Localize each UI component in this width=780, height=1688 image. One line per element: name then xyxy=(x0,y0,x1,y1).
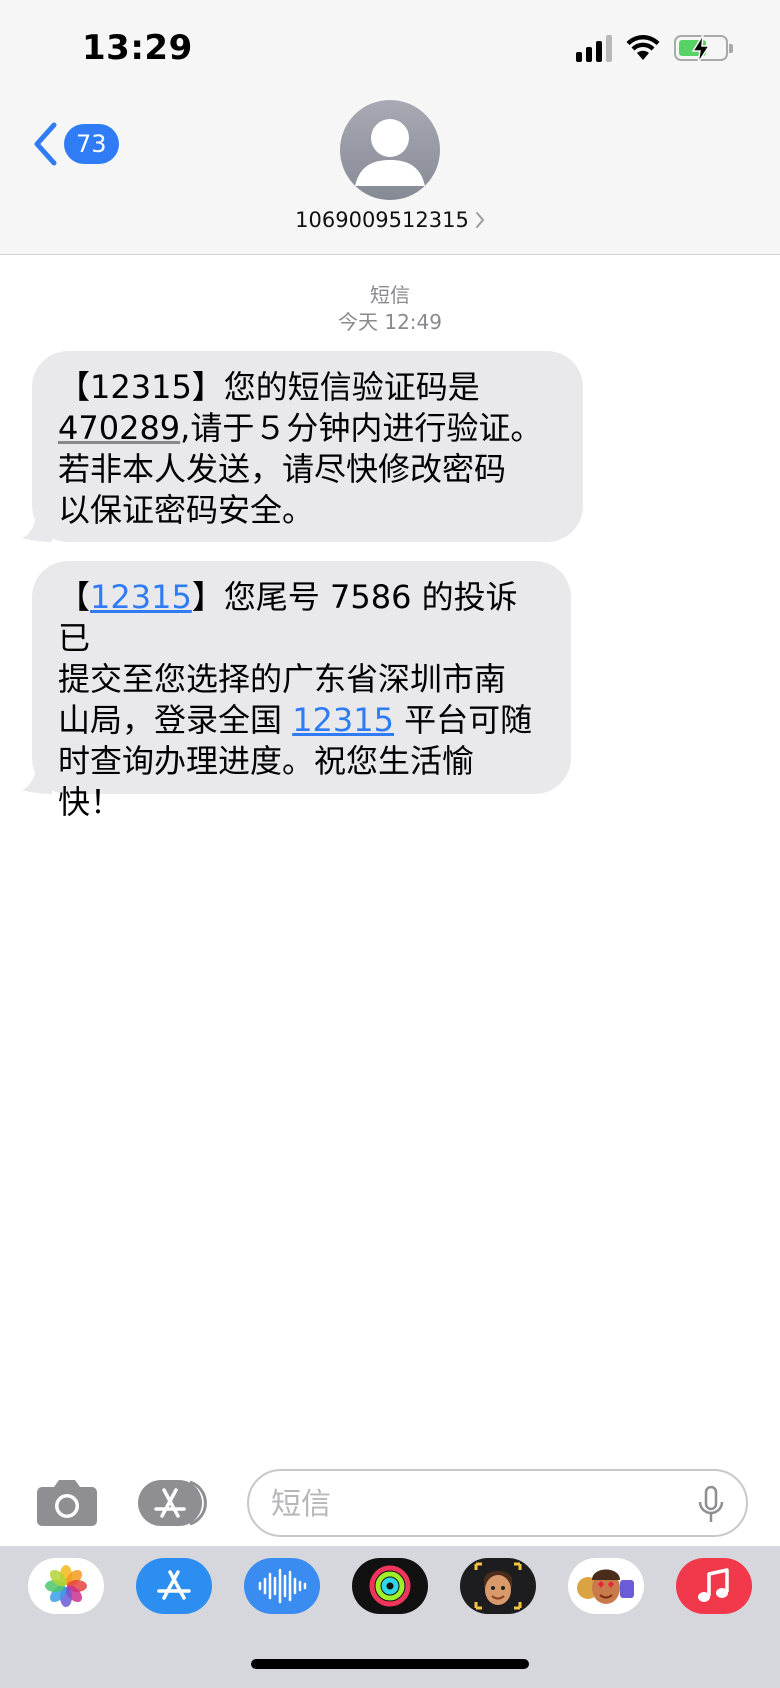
battery-icon xyxy=(674,34,733,64)
message-line: 以保证密码安全。 xyxy=(58,491,315,529)
message-input-field[interactable] xyxy=(247,1469,748,1537)
app-store-app-icon[interactable] xyxy=(136,1558,212,1614)
camera-button[interactable] xyxy=(36,1477,98,1531)
audio-waveform-icon xyxy=(258,1568,307,1604)
message-bubble[interactable]: 【12315】您的短信验证码是 470289,请于５分钟内进行验证。 若非本人发… xyxy=(32,351,583,542)
sticker-faces-icon xyxy=(577,1569,634,1604)
photos-app-icon[interactable] xyxy=(28,1558,104,1614)
message-line: 快！ xyxy=(58,783,123,821)
phone-number-link[interactable]: 12315 xyxy=(90,578,192,616)
message-line: 470289,请于５分钟内进行验证。 xyxy=(58,409,543,447)
message-timestamp: 今天 12:49 xyxy=(338,310,442,334)
contact-avatar[interactable] xyxy=(340,100,440,200)
activity-app-icon[interactable] xyxy=(352,1558,428,1614)
contact-number: 1069009512315 xyxy=(295,208,469,232)
phone-number-link[interactable]: 12315 xyxy=(292,701,394,739)
app-store-icon xyxy=(138,1480,207,1526)
app-store-a-icon xyxy=(157,1570,191,1600)
person-silhouette-icon xyxy=(355,119,425,186)
home-indicator[interactable] xyxy=(251,1659,529,1669)
chevron-left-icon xyxy=(34,122,57,166)
memoji-app-icon[interactable] xyxy=(460,1558,536,1614)
conversation-header: 13:29 73 1069009512315 xyxy=(0,0,780,255)
music-app-icon[interactable] xyxy=(676,1558,752,1614)
verification-code[interactable]: 470289 xyxy=(58,409,180,447)
audio-message-app-icon[interactable] xyxy=(244,1558,320,1614)
charging-bolt-icon xyxy=(691,34,711,64)
message-line: 山局，登录全国 12315 平台可随 xyxy=(58,701,533,739)
camera-icon xyxy=(37,1480,97,1526)
photos-flower-icon xyxy=(45,1565,87,1607)
animoji-stickers-app-icon[interactable] xyxy=(568,1558,644,1614)
activity-rings-icon xyxy=(369,1565,411,1607)
wifi-icon xyxy=(626,35,660,60)
service-label: 短信 xyxy=(370,283,410,307)
chevron-right-icon xyxy=(475,212,485,228)
status-icons xyxy=(576,34,733,64)
microphone-icon[interactable] xyxy=(698,1486,724,1524)
status-time: 13:29 xyxy=(82,28,193,68)
cellular-signal-icon xyxy=(576,34,612,62)
message-line: 【12315】您的短信验证码是 xyxy=(58,368,480,406)
memoji-face-icon xyxy=(474,1562,522,1610)
message-line: 【12315】您尾号 7586 的投诉已 xyxy=(58,578,518,657)
message-line: 提交至您选择的广东省深圳市南 xyxy=(58,660,507,698)
message-line: 若非本人发送，请尽快修改密码 xyxy=(58,450,507,488)
music-note-icon xyxy=(698,1568,729,1602)
contact-details-link[interactable]: 1069009512315 xyxy=(0,208,780,232)
app-store-button[interactable] xyxy=(138,1478,214,1532)
unread-count-badge: 73 xyxy=(64,124,119,164)
message-text-input[interactable] xyxy=(271,1481,671,1527)
message-line: 时查询办理进度。祝您生活愉 xyxy=(58,742,475,780)
back-button[interactable]: 73 xyxy=(32,122,119,166)
message-bubble[interactable]: 【12315】您尾号 7586 的投诉已 提交至您选择的广东省深圳市南 山局，登… xyxy=(32,561,571,821)
